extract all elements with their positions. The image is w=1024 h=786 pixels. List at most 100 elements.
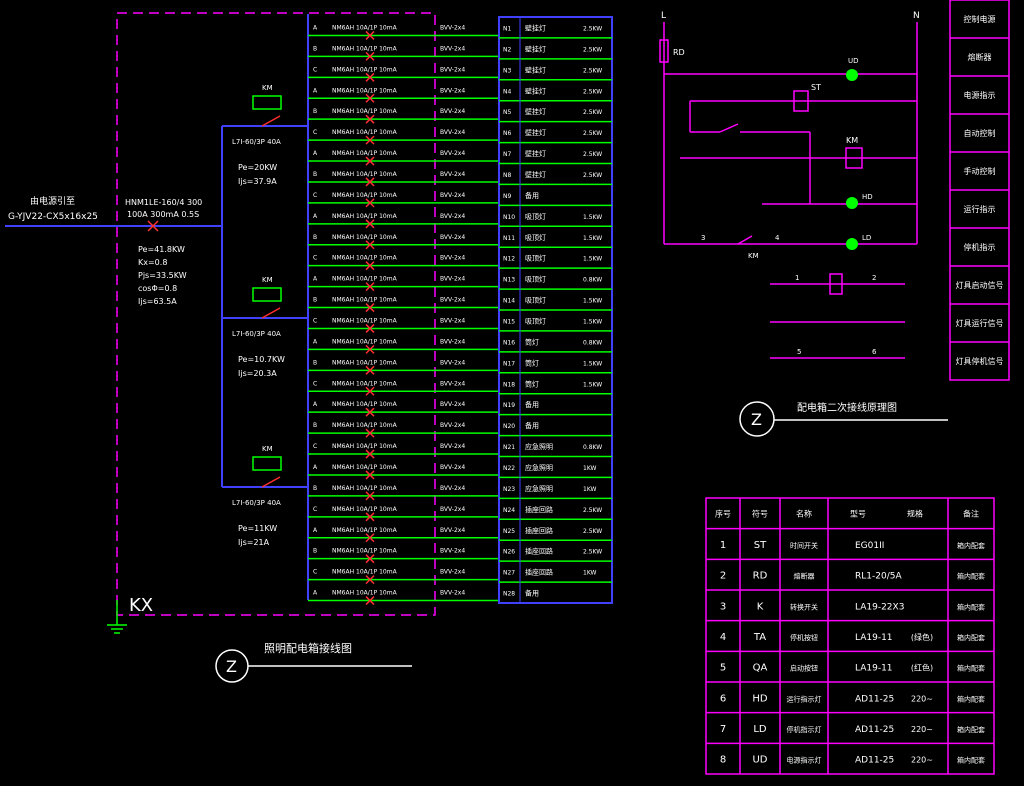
- circuit-power: 1.5KW: [583, 318, 602, 325]
- feeder-cable: BVV-2x4: [440, 401, 465, 408]
- cell-name: 时间开关: [790, 541, 818, 550]
- main-param: Pjs=33.5KW: [138, 271, 187, 280]
- branch-breaker: L7I-60/3P 40A: [232, 330, 281, 338]
- feeder-cable: BVV-2x4: [440, 24, 465, 31]
- lamp-ld-label: LD: [862, 234, 871, 242]
- circuit-name: 吸顶灯: [525, 233, 546, 242]
- circuit-name: 应急照明: [525, 484, 553, 493]
- circuit-row: N24 插座回路 2.5KW: [499, 505, 612, 521]
- circuit-power: 1KW: [583, 465, 597, 472]
- feeder-breaker: NM6AH 10A/1P 10mA: [332, 108, 398, 115]
- feeder-row: C NM6AH 10A/1P 10mA BVV-2x4: [308, 66, 499, 82]
- branch-pe: Pe=20KW: [238, 163, 277, 172]
- branch-pe: Pe=11KW: [238, 524, 277, 533]
- cell-spec: 220~: [911, 694, 933, 703]
- circuit-row: N28 备用: [503, 589, 539, 598]
- circuit-power: 0.8KW: [583, 277, 602, 284]
- node-3: 3: [701, 234, 705, 242]
- cell-note: 箱内配套: [957, 725, 985, 734]
- branch: KM L7I-60/3P 40A Pe=10.7KW Ijs=20.3A: [222, 276, 308, 378]
- circuit-id: N18: [503, 381, 515, 388]
- feeder-breaker: NM6AH 10A/1P 10mA: [332, 234, 398, 241]
- feeder-cable: BVV-2x4: [440, 380, 465, 387]
- lamp-ud-icon: [846, 69, 858, 81]
- feeder-breaker: NM6AH 10A/1P 10mA: [332, 150, 398, 157]
- circuit-row: N18 筒灯 1.5KW: [499, 379, 612, 395]
- cell-spec: (绿色): [911, 632, 933, 642]
- cell-model: RL1-20/5A: [855, 572, 902, 582]
- circuit-row: N4 壁挂灯 2.5KW: [499, 86, 612, 102]
- feeder-row: A NM6AH 10A/1P 10mA BVV-2x4: [308, 87, 499, 103]
- feeder-cable: BVV-2x4: [440, 485, 465, 492]
- circuit-name: 吸顶灯: [525, 254, 546, 263]
- circuit-name: 备用: [525, 191, 539, 200]
- circuit-name: 吸顶灯: [525, 212, 546, 221]
- cell-model: LA19-11: [855, 633, 893, 643]
- circuit-row: N22 应急照明 1KW: [499, 463, 612, 479]
- feeder-phase: C: [313, 317, 317, 324]
- feeder-breaker: NM6AH 10A/1P 10mA: [332, 422, 398, 429]
- feeder-row: B NM6AH 10A/1P 10mA BVV-2x4: [308, 422, 499, 438]
- circuit-id: N13: [503, 277, 515, 284]
- branch-breaker: L7I-60/3P 40A: [232, 138, 281, 146]
- circuit-id: N12: [503, 256, 515, 263]
- feeder-cable: BVV-2x4: [440, 548, 465, 555]
- feeder-row: A NM6AH 10A/1P 10mA BVV-2x4: [308, 401, 499, 417]
- circuit-row: N27 插座回路 1KW: [499, 568, 612, 583]
- node-5: 5: [797, 348, 801, 356]
- cell-name: 熔断器: [794, 572, 815, 581]
- feeder-breaker: NM6AH 10A/1P 10mA: [332, 359, 398, 366]
- table-row: 7 LD 停机指示灯 AD11-25 220~ 箱内配套: [720, 724, 985, 735]
- cell-no: 1: [720, 540, 726, 551]
- circuit-name: 壁挂灯: [525, 23, 546, 32]
- feeder-row: C NM6AH 10A/1P 10mA BVV-2x4: [308, 569, 499, 585]
- feeder-phase: B: [313, 45, 317, 52]
- feeder-cable: BVV-2x4: [440, 255, 465, 262]
- cell-no: 8: [720, 755, 726, 766]
- circuit-power: 2.5KW: [583, 151, 602, 158]
- feeder-cable: BVV-2x4: [440, 66, 465, 73]
- main-breaker-rating: 100A 300mA 0.5S: [127, 210, 199, 219]
- table-header: 型号: [850, 509, 866, 518]
- feeder-phase: C: [313, 66, 317, 73]
- side-label: 灯具停机信号: [956, 356, 1004, 366]
- cell-model: LA19-11: [855, 664, 893, 674]
- side-label: 电源指示: [964, 90, 996, 100]
- feeder-cable: BVV-2x4: [440, 87, 465, 94]
- circuit-row: N9 备用: [499, 191, 612, 207]
- circuit-row: N17 筒灯 1.5KW: [499, 358, 612, 374]
- circuit-id: N2: [503, 46, 511, 53]
- cell-note: 箱内配套: [957, 633, 985, 642]
- feeder-cable: BVV-2x4: [440, 590, 465, 597]
- circuit-id: N6: [503, 130, 511, 137]
- feeder-cable: BVV-2x4: [440, 129, 465, 136]
- circuit-id: N28: [503, 591, 515, 598]
- circuit-name: 壁挂灯: [525, 149, 546, 158]
- feeder-cable: BVV-2x4: [440, 45, 465, 52]
- feeder-cable: BVV-2x4: [440, 213, 465, 220]
- feeder-breaker: NM6AH 10A/1P 10mA: [332, 317, 398, 324]
- circuit-id: N4: [503, 88, 511, 95]
- branch: KM L7I-60/3P 40A Pe=20KW Ijs=37.9A: [222, 84, 308, 186]
- feeder-phase: C: [313, 192, 317, 199]
- cell-name: 停机按钮: [790, 633, 818, 642]
- feeder-phase: B: [313, 422, 317, 429]
- feeder-phase: C: [313, 506, 317, 513]
- circuit-power: 1.5KW: [583, 214, 602, 221]
- circuit-power: 1.5KW: [583, 298, 602, 305]
- circuit-name: 壁挂灯: [525, 86, 546, 95]
- main-param: cosΦ=0.8: [138, 284, 177, 293]
- feeder-phase: A: [313, 464, 318, 471]
- circuit-power: 2.5KW: [583, 507, 602, 514]
- feeder-row: B NM6AH 10A/1P 10mA BVV-2x4: [308, 485, 499, 501]
- cell-no: 5: [720, 663, 726, 674]
- feeder-breaker: NM6AH 10A/1P 10mA: [332, 443, 398, 450]
- circuit-name: 备用: [525, 421, 539, 430]
- bus-right-label: N: [913, 11, 920, 21]
- table-header: 备注: [963, 508, 979, 518]
- cell-symbol: LD: [753, 724, 767, 735]
- circuit-row: N20 备用: [499, 421, 612, 437]
- control-title-symbol: Z: [751, 410, 762, 429]
- feeder-breaker: NM6AH 10A/1P 10mA: [332, 506, 398, 513]
- circuit-id: N23: [503, 486, 515, 493]
